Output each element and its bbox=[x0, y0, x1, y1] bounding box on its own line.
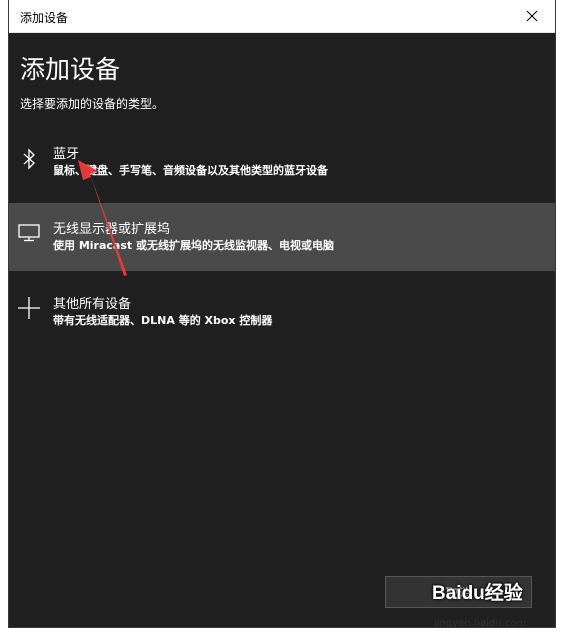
option-everything-else[interactable]: 其他所有设备 带有无线适配器、DLNA 等的 Xbox 控制器 bbox=[9, 278, 555, 346]
watermark: Baidu经验 jingyan.baidu.com bbox=[432, 578, 556, 638]
close-icon bbox=[526, 10, 538, 22]
option-wireless-display-title: 无线显示器或扩展坞 bbox=[53, 222, 171, 237]
title-bar: 添加设备 bbox=[9, 0, 555, 33]
watermark-url: jingyan.baidu.com bbox=[434, 618, 527, 629]
window-title: 添加设备 bbox=[20, 11, 69, 25]
option-bluetooth-title: 蓝牙 bbox=[53, 147, 80, 162]
close-button[interactable] bbox=[509, 0, 555, 32]
page-subheading: 选择要添加的设备的类型。 bbox=[20, 97, 165, 111]
monitor-icon bbox=[17, 221, 41, 245]
option-bluetooth[interactable]: 蓝牙 鼠标、键盘、手写笔、音频设备以及其他类型的蓝牙设备 bbox=[9, 128, 555, 196]
add-device-dialog: 添加设备 添加设备 选择要添加的设备的类型。 蓝牙 鼠标、键盘、手写笔、音频设备… bbox=[8, 0, 556, 628]
option-everything-else-title: 其他所有设备 bbox=[53, 297, 132, 312]
watermark-logo: Baidu经验 bbox=[432, 583, 523, 604]
option-wireless-display-description: 使用 Miracast 或无线扩展坞的无线监视器、电视或电脑 bbox=[53, 239, 334, 252]
plus-icon bbox=[17, 296, 41, 320]
option-everything-else-description: 带有无线适配器、DLNA 等的 Xbox 控制器 bbox=[53, 314, 273, 327]
option-wireless-display[interactable]: 无线显示器或扩展坞 使用 Miracast 或无线扩展坞的无线监视器、电视或电脑 bbox=[9, 203, 555, 271]
page-heading: 添加设备 bbox=[20, 55, 121, 84]
option-bluetooth-description: 鼠标、键盘、手写笔、音频设备以及其他类型的蓝牙设备 bbox=[53, 164, 328, 177]
bluetooth-icon bbox=[17, 147, 41, 171]
